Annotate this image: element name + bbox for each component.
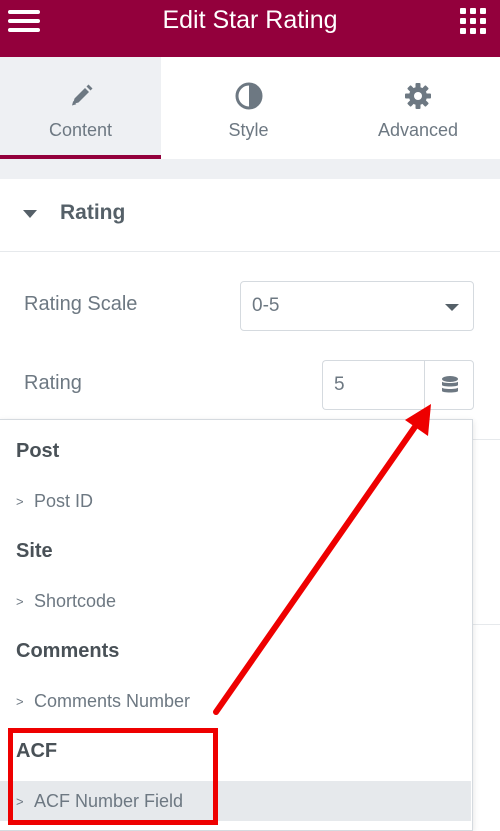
pencil-icon <box>66 81 96 111</box>
chevron-right-icon: > <box>16 694 24 709</box>
chevron-right-icon: > <box>16 494 24 509</box>
tab-content-label: Content <box>48 120 113 140</box>
rating-scale-select[interactable]: 0-5 <box>240 281 474 331</box>
chevron-right-icon: > <box>16 594 24 609</box>
editor-header: Edit Star Rating <box>0 0 500 57</box>
panel-tabs: Content Style Advanced <box>0 57 500 159</box>
database-icon <box>442 376 458 393</box>
annotation-highlight-box <box>8 728 218 825</box>
half-circle-icon <box>234 81 264 111</box>
rating-input[interactable] <box>322 360 424 410</box>
tab-advanced[interactable]: Advanced <box>336 57 500 159</box>
gear-icon <box>403 81 433 111</box>
dynamic-tags-button[interactable] <box>424 360 474 410</box>
grid-icon[interactable] <box>460 8 486 34</box>
section-toggle-rating[interactable]: Rating <box>0 179 500 252</box>
dynamic-tag-comments-number[interactable]: > Comments Number <box>0 681 471 721</box>
tab-style[interactable]: Style <box>161 57 336 159</box>
dynamic-tag-shortcode[interactable]: > Shortcode <box>0 581 471 621</box>
tab-advanced-label: Advanced <box>377 120 459 140</box>
caret-down-icon <box>23 210 37 218</box>
dynamic-tag-label: Comments Number <box>34 691 191 711</box>
dynamic-tag-label: Post ID <box>34 491 94 511</box>
active-tab-indicator <box>0 155 161 159</box>
rating-label: Rating <box>24 372 82 394</box>
group-title-post: Post <box>16 440 60 462</box>
panel-title: Edit Star Rating <box>162 6 338 34</box>
group-title-comments: Comments <box>16 640 120 662</box>
dynamic-tag-label: Shortcode <box>34 591 117 611</box>
dynamic-tag-post-id[interactable]: > Post ID <box>0 481 471 521</box>
group-title-site: Site <box>16 540 53 562</box>
chevron-down-icon <box>445 304 459 311</box>
rating-scale-label: Rating Scale <box>24 293 138 315</box>
tab-content[interactable]: Content <box>0 57 161 159</box>
rating-scale-value: 0-5 <box>252 295 280 316</box>
tab-style-label: Style <box>228 120 269 140</box>
section-title: Rating <box>60 201 126 224</box>
